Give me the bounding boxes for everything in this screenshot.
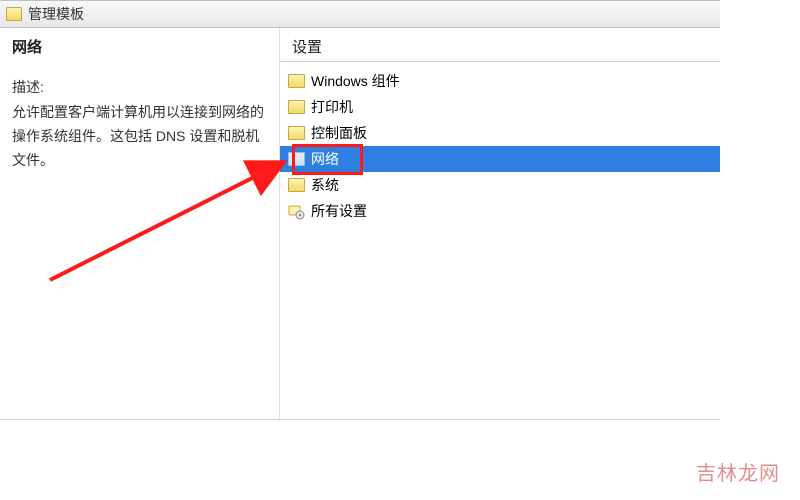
- settings-item-2[interactable]: 控制面板: [280, 120, 720, 146]
- settings-item-0[interactable]: Windows 组件: [280, 68, 720, 94]
- gear-icon: [288, 203, 305, 220]
- watermark: 吉林龙网: [696, 457, 780, 486]
- description-label: 描述:: [12, 77, 267, 97]
- window-title: 管理模板: [28, 4, 84, 24]
- description-text: 允许配置客户端计算机用以连接到网络的操作系统组件。这包括 DNS 设置和脱机文件…: [12, 101, 267, 172]
- left-heading: 网络: [12, 36, 267, 57]
- right-heading: 设置: [280, 28, 720, 62]
- description-pane: 网络 描述: 允许配置客户端计算机用以连接到网络的操作系统组件。这包括 DNS …: [0, 28, 280, 419]
- settings-item-label: 系统: [311, 175, 339, 195]
- folder-icon: [6, 7, 22, 21]
- titlebar: 管理模板: [0, 0, 720, 28]
- folder-icon: [288, 178, 305, 192]
- folder-icon: [288, 152, 305, 166]
- settings-item-4[interactable]: 系统: [280, 172, 720, 198]
- folder-icon: [288, 126, 305, 140]
- folder-icon: [288, 74, 305, 88]
- settings-item-3[interactable]: 网络: [280, 146, 720, 172]
- settings-item-label: 所有设置: [311, 201, 367, 221]
- settings-item-label: 控制面板: [311, 123, 367, 143]
- settings-item-1[interactable]: 打印机: [280, 94, 720, 120]
- folder-icon: [288, 100, 305, 114]
- settings-pane: 设置 Windows 组件打印机控制面板网络系统所有设置: [280, 28, 720, 419]
- settings-list: Windows 组件打印机控制面板网络系统所有设置: [280, 62, 720, 224]
- settings-item-label: 打印机: [311, 97, 353, 117]
- settings-item-5[interactable]: 所有设置: [280, 198, 720, 224]
- settings-item-label: Windows 组件: [311, 71, 400, 91]
- settings-item-label: 网络: [311, 149, 339, 169]
